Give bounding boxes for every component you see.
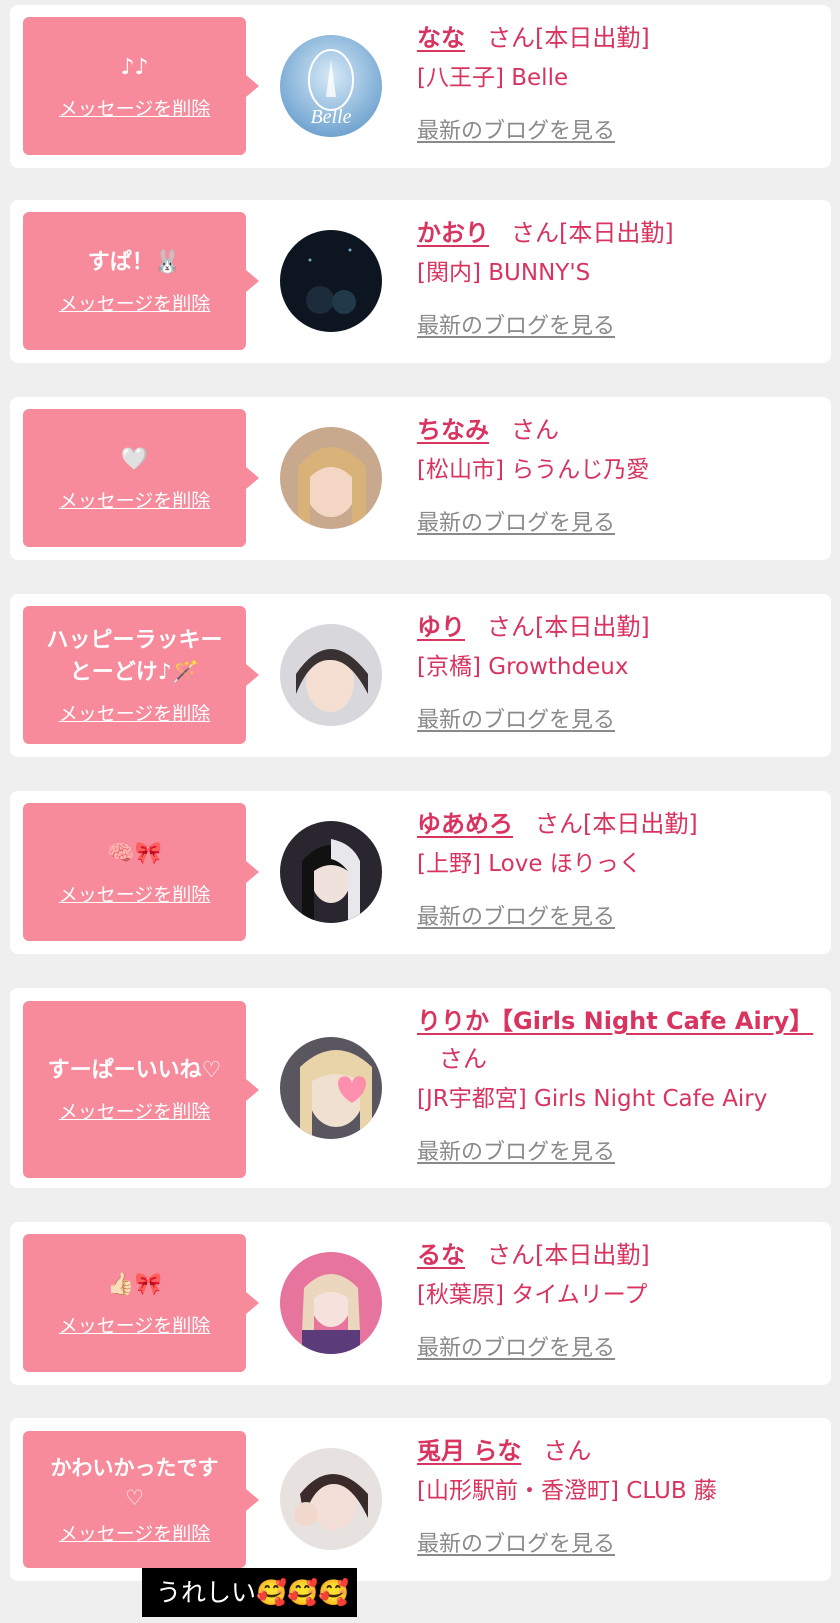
delete-message-link[interactable]: メッセージを削除	[59, 486, 211, 513]
avatar[interactable]	[280, 427, 382, 529]
cast-name-link[interactable]: ゆり	[417, 613, 465, 641]
avatar-image	[280, 1252, 382, 1354]
avatar[interactable]	[280, 624, 382, 726]
message-card: すーぱーいいね♡ メッセージを削除 りりか【Girls Night Cafe A…	[10, 988, 831, 1188]
message-bubble: かわいかったです ♡ メッセージを削除	[23, 1431, 259, 1568]
message-card: すぱ！🐰 メッセージを削除 かおり さん[本日出勤] [関内] BUNNY'S 最…	[10, 200, 831, 363]
latest-blog-link[interactable]: 最新のブログを見る	[417, 113, 615, 145]
message-text: 👍🏻🎀	[107, 1271, 162, 1297]
info: るな さん[本日出勤] [秋葉原] タイムリープ 最新のブログを見る	[417, 1236, 822, 1362]
message-bubble: ハッピーラッキー とーどけ♪🪄 メッセージを削除	[23, 606, 259, 744]
cast-name-link[interactable]: ちなみ	[417, 416, 489, 444]
avatar-image	[280, 624, 382, 726]
info: なな さん[本日出勤] [八王子] Belle 最新のブログを見る	[417, 19, 822, 145]
delete-message-link[interactable]: メッセージを削除	[59, 1097, 211, 1124]
honorific: さん	[511, 416, 559, 444]
working-today-badge: [本日出勤]	[535, 613, 650, 641]
shop-name: [上野] Love ほりっく	[417, 851, 642, 877]
message-card: かわいかったです ♡ メッセージを削除 兎月 らな さん [山形駅前・香澄町] C…	[10, 1418, 831, 1581]
delete-message-link[interactable]: メッセージを削除	[59, 1519, 211, 1546]
working-today-badge: [本日出勤]	[583, 810, 698, 838]
cast-name-link[interactable]: なな	[417, 24, 465, 52]
avatar[interactable]	[280, 1252, 382, 1354]
honorific: さん	[487, 1241, 535, 1269]
delete-message-link[interactable]: メッセージを削除	[59, 289, 211, 316]
working-today-badge: [本日出勤]	[559, 219, 674, 247]
info: りりか【Girls Night Cafe Airy】さん [JR宇都宮] Gir…	[417, 1002, 822, 1166]
message-bubble: 🧠🎀 メッセージを削除	[23, 803, 259, 941]
message-card: ハッピーラッキー とーどけ♪🪄 メッセージを削除 ゆり さん[本日出勤] [京橋]…	[10, 594, 831, 757]
avatar-image	[280, 1037, 382, 1139]
avatar[interactable]	[280, 1448, 382, 1550]
message-bubble: 🤍 メッセージを削除	[23, 409, 259, 547]
cast-name-link[interactable]: るな	[417, 1241, 465, 1269]
info: ちなみ さん [松山市] らうんじ乃愛 最新のブログを見る	[417, 411, 822, 537]
shop-name: [JR宇都宮] Girls Night Cafe Airy	[417, 1086, 768, 1112]
message-bubble: ♪♪ メッセージを削除	[23, 17, 259, 155]
message-text: かわいかったです ♡	[50, 1456, 219, 1510]
message-bubble: すーぱーいいね♡ メッセージを削除	[23, 1001, 259, 1178]
avatar-image	[280, 821, 382, 923]
working-today-badge: [本日出勤]	[535, 24, 650, 52]
avatar-image	[280, 1448, 382, 1550]
honorific: さん	[511, 219, 559, 247]
avatar[interactable]: Belle	[280, 35, 382, 137]
shop-name: [秋葉原] タイムリープ	[417, 1282, 648, 1308]
overlay-caption: うれしい🥰🥰🥰	[142, 1568, 357, 1617]
message-text: すーぱーいいね♡	[47, 1058, 222, 1083]
shop-name: [関内] BUNNY'S	[417, 260, 591, 286]
latest-blog-link[interactable]: 最新のブログを見る	[417, 1330, 615, 1362]
avatar[interactable]	[280, 1037, 382, 1139]
message-text: ♪♪	[120, 54, 149, 80]
shop-name: [山形駅前・香澄町] CLUB 藤	[417, 1478, 717, 1504]
shop-name: [松山市] らうんじ乃愛	[417, 457, 650, 483]
message-card: 🤍 メッセージを削除 ちなみ さん [松山市] らうんじ乃愛 最新のブログを見る	[10, 397, 831, 560]
message-bubble: 👍🏻🎀 メッセージを削除	[23, 1234, 259, 1372]
message-text: すぱ！🐰	[87, 249, 182, 275]
svg-text:Belle: Belle	[310, 106, 351, 128]
delete-message-link[interactable]: メッセージを削除	[59, 1311, 211, 1338]
honorific: さん	[535, 810, 583, 838]
avatar-image: Belle	[280, 35, 382, 137]
info: ゆり さん[本日出勤] [京橋] Growthdeux 最新のブログを見る	[417, 608, 822, 734]
message-bubble: すぱ！🐰 メッセージを削除	[23, 212, 259, 350]
message-text: 🤍	[120, 446, 149, 472]
message-card: ♪♪ メッセージを削除 Belle なな さん[本日出勤] [八王子] Belle…	[10, 5, 831, 168]
cast-name-link[interactable]: ゆあめろ	[417, 810, 513, 838]
shop-name: [京橋] Growthdeux	[417, 654, 629, 680]
info: かおり さん[本日出勤] [関内] BUNNY'S 最新のブログを見る	[417, 214, 822, 340]
latest-blog-link[interactable]: 最新のブログを見る	[417, 505, 615, 537]
delete-message-link[interactable]: メッセージを削除	[59, 699, 211, 726]
latest-blog-link[interactable]: 最新のブログを見る	[417, 899, 615, 931]
delete-message-link[interactable]: メッセージを削除	[59, 880, 211, 907]
cast-name-link[interactable]: かおり	[417, 219, 489, 247]
working-today-badge: [本日出勤]	[535, 1241, 650, 1269]
avatar-image	[280, 230, 382, 332]
latest-blog-link[interactable]: 最新のブログを見る	[417, 308, 615, 340]
avatar[interactable]	[280, 230, 382, 332]
delete-message-link[interactable]: メッセージを削除	[59, 94, 211, 121]
latest-blog-link[interactable]: 最新のブログを見る	[417, 1134, 615, 1166]
message-card: 👍🏻🎀 メッセージを削除 るな さん[本日出勤] [秋葉原] タイムリープ 最新の…	[10, 1222, 831, 1385]
honorific: さん	[543, 1437, 592, 1465]
shop-name: [八王子] Belle	[417, 65, 569, 91]
honorific: さん	[487, 24, 535, 52]
info: 兎月 らな さん [山形駅前・香澄町] CLUB 藤 最新のブログを見る	[417, 1432, 822, 1558]
avatar[interactable]	[280, 821, 382, 923]
latest-blog-link[interactable]: 最新のブログを見る	[417, 702, 615, 734]
info: ゆあめろ さん[本日出勤] [上野] Love ほりっく 最新のブログを見る	[417, 805, 822, 931]
cast-name-link[interactable]: りりか【Girls Night Cafe Airy】	[417, 1007, 813, 1035]
honorific: さん	[439, 1045, 487, 1073]
message-text: 🧠🎀	[107, 840, 162, 866]
cast-name-link[interactable]: 兎月 らな	[417, 1437, 521, 1465]
latest-blog-link[interactable]: 最新のブログを見る	[417, 1526, 615, 1558]
message-card: 🧠🎀 メッセージを削除 ゆあめろ さん[本日出勤] [上野] Love ほりっく …	[10, 791, 831, 954]
avatar-image	[280, 427, 382, 529]
message-text: ハッピーラッキー とーどけ♪🪄	[46, 627, 223, 685]
honorific: さん	[487, 613, 535, 641]
